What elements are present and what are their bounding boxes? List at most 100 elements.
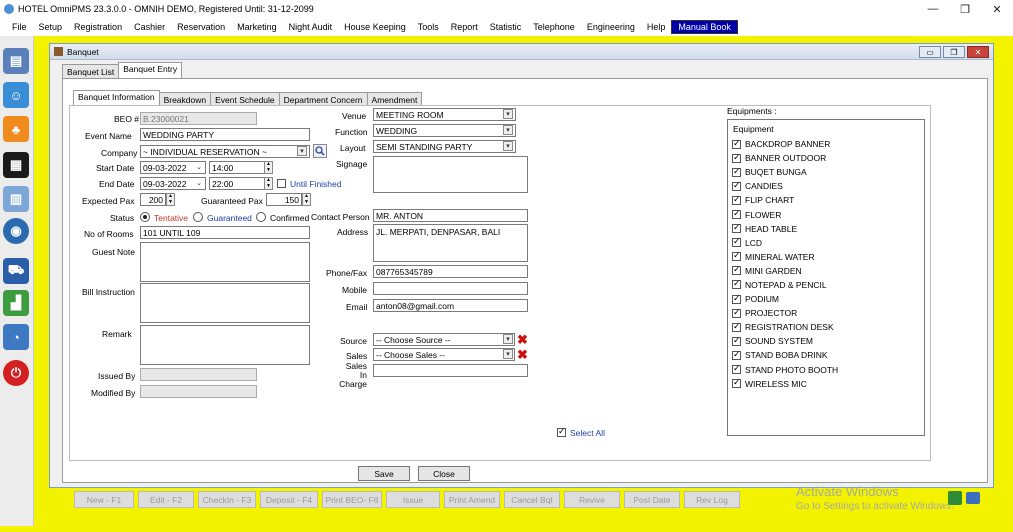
list-item[interactable]: LCD bbox=[728, 236, 924, 250]
list-item[interactable]: REGISTRATION DESK bbox=[728, 320, 924, 334]
close-icon[interactable]: ✕ bbox=[981, 0, 1013, 18]
menu-report[interactable]: Report bbox=[445, 21, 484, 33]
source-select[interactable]: -- Choose Source -- bbox=[373, 333, 515, 346]
menu-engineering[interactable]: Engineering bbox=[581, 21, 641, 33]
tab-banquet-entry[interactable]: Banquet Entry bbox=[118, 62, 183, 79]
edit-button[interactable]: Edit - F2 bbox=[138, 491, 194, 508]
phone-fax-input[interactable]: 087765345789 bbox=[373, 265, 528, 278]
menu-statistic[interactable]: Statistic bbox=[484, 21, 528, 33]
excel-export-icon[interactable] bbox=[948, 491, 962, 505]
menu-registration[interactable]: Registration bbox=[68, 21, 128, 33]
list-item[interactable]: WIRELESS MIC bbox=[728, 377, 924, 391]
company-dropdown-icon[interactable]: ▾ bbox=[297, 146, 307, 156]
menu-telephone[interactable]: Telephone bbox=[527, 21, 581, 33]
end-date-dropdown-icon[interactable]: ⌄ bbox=[194, 178, 204, 188]
cart-icon[interactable]: ⛟ bbox=[3, 258, 29, 284]
company-search-icon[interactable] bbox=[313, 144, 327, 158]
equipment-checkbox[interactable] bbox=[732, 264, 741, 276]
print-amend-button[interactable]: Print Amend bbox=[444, 491, 500, 508]
list-item[interactable]: FLIP CHART bbox=[728, 193, 924, 207]
until-finished-checkbox[interactable] bbox=[277, 179, 286, 188]
list-item[interactable]: CANDIES bbox=[728, 179, 924, 193]
expected-pax-input[interactable]: 200 bbox=[140, 193, 166, 206]
equipment-checkbox[interactable] bbox=[732, 307, 741, 318]
bar-chart-icon[interactable]: ▟ bbox=[3, 290, 29, 316]
list-item[interactable]: PODIUM bbox=[728, 292, 924, 306]
equipment-checkbox[interactable] bbox=[732, 180, 741, 191]
print-beo-button[interactable]: Print BEO- F6 bbox=[322, 491, 382, 508]
list-item[interactable]: BACKDROP BANNER bbox=[728, 137, 924, 151]
rev-log-button[interactable]: Rev Log bbox=[684, 491, 740, 508]
list-item[interactable]: FLOWER bbox=[728, 207, 924, 221]
no-of-rooms-input[interactable]: 101 UNTIL 109 bbox=[140, 226, 310, 239]
close-button[interactable]: Close bbox=[418, 466, 470, 481]
equipment-checkbox[interactable] bbox=[732, 138, 741, 149]
menu-house-keeping[interactable]: House Keeping bbox=[338, 21, 412, 33]
building-icon[interactable]: ▥ bbox=[3, 186, 29, 212]
list-item[interactable]: HEAD TABLE bbox=[728, 222, 924, 236]
venue-select[interactable]: MEETING ROOM bbox=[373, 108, 516, 121]
guaranteed-pax-input[interactable]: 150 bbox=[266, 193, 302, 206]
equipment-checkbox[interactable] bbox=[732, 321, 741, 332]
menu-reservation[interactable]: Reservation bbox=[171, 21, 231, 33]
clear-sales-icon[interactable]: ✖ bbox=[517, 348, 528, 361]
clear-source-icon[interactable]: ✖ bbox=[517, 333, 528, 346]
equipment-checkbox[interactable] bbox=[732, 152, 741, 163]
email-input[interactable]: anton08@gmail.com bbox=[373, 299, 528, 312]
list-item[interactable]: BUQET BUNGA bbox=[728, 165, 924, 179]
select-all-checkbox[interactable] bbox=[557, 426, 566, 437]
list-item[interactable]: NOTEPAD & PENCIL bbox=[728, 278, 924, 292]
list-item[interactable]: MINERAL WATER bbox=[728, 250, 924, 264]
new-button[interactable]: New - F1 bbox=[74, 491, 134, 508]
list-item[interactable]: STAND PHOTO BOOTH bbox=[728, 363, 924, 377]
function-dropdown-icon[interactable]: ▾ bbox=[503, 125, 513, 135]
sales-in-charge-input[interactable] bbox=[373, 364, 528, 377]
source-dropdown-icon[interactable]: ▾ bbox=[503, 334, 513, 344]
report-document-icon[interactable]: ◔ bbox=[3, 324, 29, 350]
list-item[interactable]: STAND BOBA DRINK bbox=[728, 348, 924, 362]
equipment-checkbox[interactable] bbox=[732, 335, 741, 346]
list-item[interactable]: BANNER OUTDOOR bbox=[728, 151, 924, 165]
issue-button[interactable]: Issue bbox=[386, 491, 440, 508]
calendar-icon[interactable]: ▦ bbox=[3, 152, 29, 178]
guaranteed-pax-spinner[interactable]: ▲ ▼ bbox=[302, 193, 311, 206]
menu-file[interactable]: File bbox=[6, 21, 33, 33]
restore-icon[interactable]: ❐ bbox=[949, 0, 981, 18]
company-select[interactable]: ~ INDIVIDUAL RESERVATION ~ bbox=[140, 145, 310, 158]
tab-banquet-list[interactable]: Banquet List bbox=[62, 64, 120, 79]
child-restore-icon[interactable]: ❐ bbox=[943, 46, 965, 58]
status-guaranteed-radio[interactable] bbox=[193, 212, 203, 222]
status-tentative-radio[interactable] bbox=[140, 212, 150, 222]
guest-note-textarea[interactable] bbox=[140, 242, 310, 282]
cancel-bqt-button[interactable]: Cancel Bqt bbox=[504, 491, 560, 508]
equipment-checkbox[interactable] bbox=[732, 278, 741, 290]
power-icon[interactable]: ⏻ bbox=[3, 360, 29, 386]
post-date-button[interactable]: Post Date bbox=[624, 491, 680, 508]
rooms-icon[interactable]: ◉ bbox=[3, 218, 29, 244]
menu-marketing[interactable]: Marketing bbox=[231, 21, 283, 33]
guests-icon[interactable]: ☺ bbox=[3, 82, 29, 108]
equipment-checkbox[interactable] bbox=[732, 222, 741, 234]
menu-cashier[interactable]: Cashier bbox=[128, 21, 171, 33]
group-orange-icon[interactable]: ♣ bbox=[3, 116, 29, 142]
equipment-checkbox[interactable] bbox=[732, 363, 741, 375]
end-time-spinner[interactable]: ▲ ▼ bbox=[264, 177, 273, 190]
start-time-spinner[interactable]: ▲ ▼ bbox=[264, 161, 273, 174]
address-textarea[interactable]: JL. MERPATI, DENPASAR, BALI bbox=[373, 224, 528, 262]
start-time-input[interactable]: 14:00 bbox=[209, 161, 265, 174]
equipment-checkbox[interactable] bbox=[732, 250, 741, 262]
mobile-input[interactable] bbox=[373, 282, 528, 295]
deposit-button[interactable]: Deposit - F4 bbox=[260, 491, 318, 508]
equipment-checkbox[interactable] bbox=[732, 349, 741, 360]
equipment-checkbox[interactable] bbox=[732, 377, 741, 389]
user-search-icon[interactable] bbox=[966, 492, 980, 504]
venue-dropdown-icon[interactable]: ▾ bbox=[503, 109, 513, 119]
expected-pax-spinner[interactable]: ▲ ▼ bbox=[166, 193, 175, 206]
start-date-dropdown-icon[interactable]: ⌄ bbox=[194, 162, 204, 172]
child-close-icon[interactable]: ✕ bbox=[967, 46, 989, 58]
menu-manual-book[interactable]: Manual Book bbox=[671, 20, 738, 34]
menu-setup[interactable]: Setup bbox=[33, 21, 69, 33]
equipment-checkbox[interactable] bbox=[732, 194, 741, 205]
list-item[interactable]: MINI GARDEN bbox=[728, 264, 924, 278]
revive-button[interactable]: Revive bbox=[564, 491, 620, 508]
